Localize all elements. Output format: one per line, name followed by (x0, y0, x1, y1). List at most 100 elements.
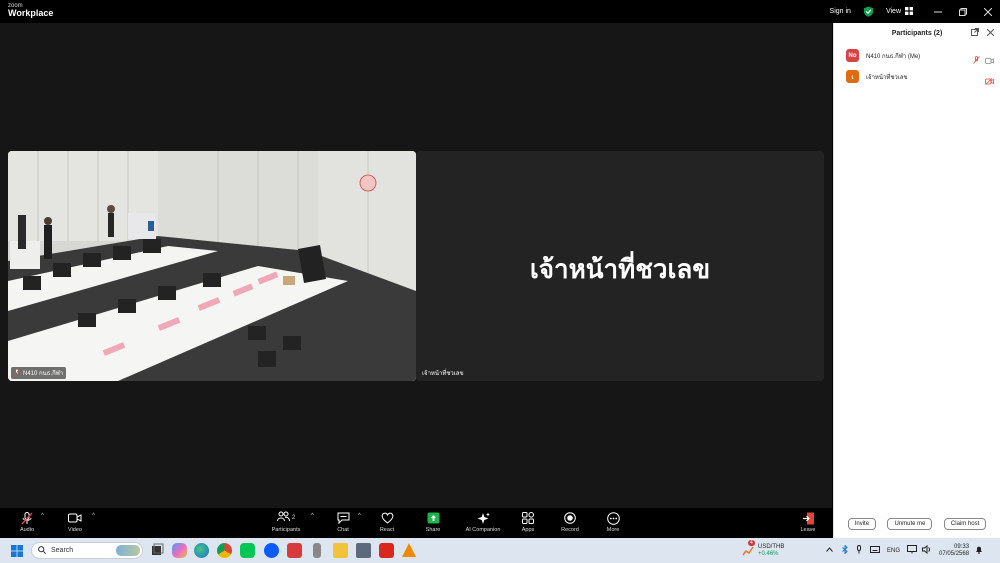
meeting-controls-toolbar: Audio ^ Video ^ 2 Participants ^ Chat ^ … (0, 508, 832, 538)
participants-button[interactable]: 2 Participants (264, 511, 308, 533)
participant-row[interactable]: เ เจ้าหน้าที่ชวเลข (834, 66, 1000, 87)
chat-options-chevron-icon[interactable]: ^ (358, 513, 361, 519)
participants-panel-title: Participants (2) (891, 30, 943, 37)
windows-start-icon[interactable] (11, 544, 23, 562)
audio-options-chevron-icon[interactable]: ^ (41, 513, 44, 519)
share-label: Share (425, 527, 441, 533)
notification-bell-icon[interactable] (975, 545, 983, 556)
participants-panel-header: Participants (2) (834, 23, 1000, 45)
file-explorer-icon[interactable] (333, 543, 348, 558)
participants-panel: Participants (2) No N410 กนธ.กีฬา (Me) เ… (833, 23, 1000, 538)
video-camera-icon (68, 511, 82, 525)
vlc-player-icon[interactable] (402, 543, 416, 557)
taskbar-search[interactable]: Search (31, 542, 143, 559)
sparkle-icon (477, 511, 490, 525)
react-button[interactable]: React (365, 511, 409, 533)
share-screen-icon (427, 511, 440, 525)
clock-date: 07/05/2568 (939, 550, 970, 557)
video-name-tag-label: N410 กนธ.กีฬา (23, 371, 64, 377)
participant-name: N410 กนธ.กีฬา (Me) (866, 53, 921, 60)
participants-options-chevron-icon[interactable]: ^ (311, 513, 314, 519)
chat-label: Chat (337, 527, 349, 533)
participants-icon-wrap: 2 (276, 509, 296, 527)
microphone-app-icon[interactable] (313, 543, 321, 558)
video-options-chevron-icon[interactable]: ^ (92, 513, 95, 519)
stock-ticker-widget[interactable]: 4 USD/THB +0.46% (742, 538, 784, 563)
record-button[interactable]: Record (548, 511, 592, 533)
avatar: เ (846, 70, 859, 83)
microphone-tray-icon[interactable] (856, 545, 862, 556)
chevron-up-icon[interactable] (826, 547, 833, 554)
minimize-button[interactable] (925, 0, 950, 23)
close-panel-icon[interactable] (986, 28, 995, 38)
meeting-room-video-feed (8, 151, 416, 381)
clock[interactable]: 09:33 07/05/2568 (939, 544, 969, 558)
audio-label: Audio (19, 527, 35, 533)
keyboard-icon[interactable] (870, 546, 880, 555)
panel-header-actions (970, 23, 995, 45)
participant-name: เจ้าหน้าที่ชวเลข (866, 74, 908, 81)
display-icon[interactable] (907, 545, 918, 556)
security-shield-icon[interactable] (863, 6, 874, 17)
ai-companion-label: AI Companion (465, 527, 501, 533)
chat-bubble-icon (337, 511, 350, 525)
leave-button[interactable]: Leave (786, 511, 830, 533)
participants-count: 2 (291, 515, 296, 521)
copilot-icon[interactable] (172, 543, 187, 558)
video-name-tag: เจ้าหน้าที่ชวเลข (419, 367, 467, 379)
participant-status-icons (985, 72, 994, 90)
clock-time: 09:33 (954, 543, 970, 550)
title-bar-right: Sign in View (830, 0, 1000, 23)
video-tile-stenographer[interactable]: เจ้าหน้าที่ชวเลข เจ้าหน้าที่ชวเลข (416, 151, 824, 381)
avatar: No (846, 49, 859, 62)
sign-in-label: Sign in (829, 8, 851, 15)
record-label: Record (561, 527, 579, 533)
close-window-button[interactable] (975, 0, 1000, 23)
apps-button[interactable]: Apps (506, 511, 550, 533)
speaker-volume-icon[interactable] (922, 544, 932, 556)
logo-workplace-text: Workplace (8, 8, 54, 18)
view-button[interactable]: View (886, 6, 913, 17)
calculator-icon[interactable] (356, 543, 371, 558)
react-label: React (379, 527, 395, 533)
search-icon (38, 545, 46, 556)
task-view-icon[interactable] (150, 543, 165, 558)
heart-icon (381, 511, 394, 525)
zoom-workplace-logo: zoom Workplace (8, 3, 53, 18)
ai-companion-button[interactable]: AI Companion (461, 511, 505, 533)
grid-view-icon (905, 6, 913, 17)
apps-label: Apps (521, 527, 535, 533)
unmute-me-button[interactable]: Unmute me (887, 518, 933, 530)
language-indicator[interactable]: ENG (887, 548, 900, 554)
windows-taskbar: Search 4 USD/THB +0.46% ENG 09:33 07/05/… (0, 538, 1000, 563)
zoom-app-icon[interactable] (264, 543, 279, 558)
edge-browser-icon[interactable] (194, 543, 209, 558)
record-icon (564, 511, 576, 525)
leave-label: Leave (800, 527, 816, 533)
participant-row[interactable]: No N410 กนธ.กีฬา (Me) (834, 45, 1000, 66)
video-label: Video (68, 527, 82, 533)
bluetooth-icon[interactable] (842, 544, 848, 556)
participants-icon (276, 509, 290, 527)
video-button[interactable]: Video (53, 511, 97, 533)
participant-display-name: เจ้าหน้าที่ชวเลข (529, 254, 711, 284)
zoom-meeting-window: zoom Workplace Sign in View N410 กนธ.กีฬ… (0, 0, 1000, 563)
claim-host-button[interactable]: Claim host (943, 518, 987, 530)
title-bar: zoom Workplace Sign in View (0, 0, 1000, 23)
muted-mic-icon (21, 511, 33, 525)
participants-panel-footer: Invite Unmute me Claim host (834, 518, 1000, 530)
pop-out-icon[interactable] (970, 28, 981, 38)
share-button[interactable]: Share (411, 511, 455, 533)
participants-list: No N410 กนธ.กีฬา (Me) เ เจ้าหน้าที่ชวเลข (834, 45, 1000, 87)
video-tile-n410[interactable]: N410 กนธ.กีฬา (8, 151, 416, 381)
leave-door-icon (802, 511, 815, 525)
acrobat-reader-icon[interactable] (379, 543, 394, 558)
invite-button[interactable]: Invite (847, 518, 877, 530)
line-app-icon[interactable] (240, 543, 255, 558)
restore-button[interactable] (950, 0, 975, 23)
ticker-text: USD/THB +0.46% (758, 544, 784, 558)
sign-in-button[interactable]: Sign in (830, 8, 851, 15)
more-button[interactable]: More (591, 511, 635, 533)
screen-recorder-icon[interactable] (287, 543, 302, 558)
chrome-browser-icon[interactable] (217, 543, 232, 558)
